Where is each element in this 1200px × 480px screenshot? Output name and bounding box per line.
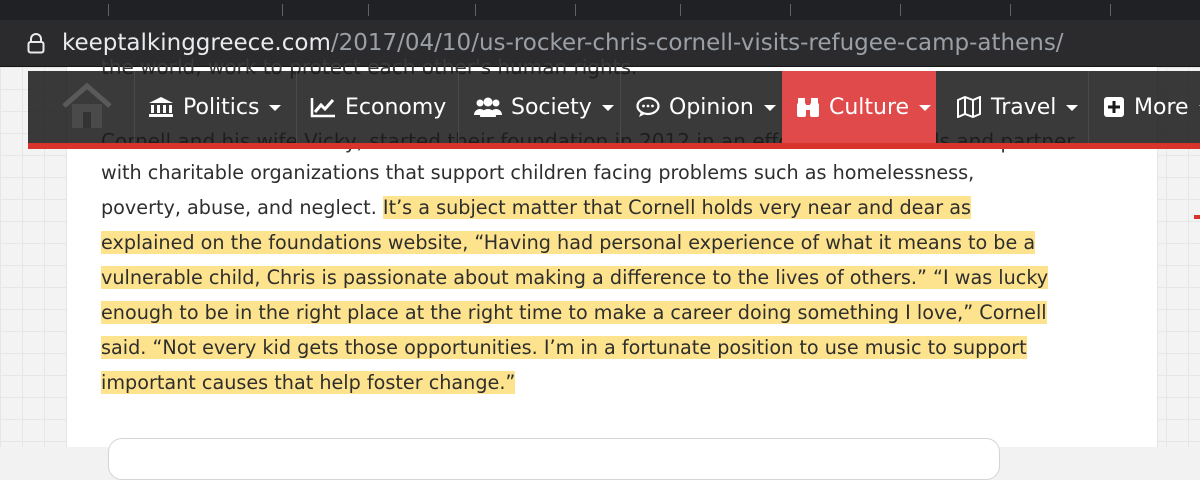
nav-item-economy[interactable]: Economy xyxy=(310,71,446,143)
embedded-content-box xyxy=(108,438,1000,480)
nav-item-label: Culture xyxy=(829,94,910,120)
nav-item-label: Politics xyxy=(183,94,260,120)
tab-separator xyxy=(1110,4,1111,16)
nav-separator xyxy=(620,71,621,143)
highlighted-text: enough to be in the right place at the r… xyxy=(101,301,1047,324)
nav-item-culture[interactable]: Culture xyxy=(782,71,936,143)
tab-separator xyxy=(475,4,476,16)
home-icon[interactable] xyxy=(60,82,114,130)
nav-item-travel[interactable]: Travel xyxy=(956,71,1079,143)
highlighted-text: vulnerable child, Chris is passionate ab… xyxy=(101,266,1049,289)
binoculars-icon xyxy=(796,96,820,118)
chevron-down-icon xyxy=(1066,105,1079,111)
nav-separator xyxy=(296,71,297,143)
paragraph-line: with charitable organizations that suppo… xyxy=(101,155,1111,190)
tab-separator xyxy=(368,4,369,16)
bank-icon xyxy=(148,96,174,118)
url-path: /2017/04/10/us-rocker-chris-cornell-visi… xyxy=(330,30,1064,56)
paragraph-line: important causes that help foster change… xyxy=(101,365,1111,400)
nav-item-label: Economy xyxy=(345,94,447,120)
side-marker xyxy=(1194,215,1200,219)
map-icon xyxy=(956,96,982,118)
nav-item-label: Opinion xyxy=(669,94,754,120)
tab-separator xyxy=(790,4,791,16)
nav-separator xyxy=(134,71,135,143)
nav-item-society[interactable]: Society xyxy=(474,71,614,143)
plain-text: poverty, abuse, and neglect. xyxy=(101,196,383,219)
nav-item-label: Travel xyxy=(991,94,1057,120)
highlighted-text: explained on the foundations website, “H… xyxy=(101,231,1036,254)
plain-text: with charitable organizations that suppo… xyxy=(101,161,975,184)
nav-item-opinion[interactable]: Opinion xyxy=(636,71,776,143)
chevron-down-icon xyxy=(763,105,776,111)
line-chart-icon xyxy=(310,96,336,118)
nav-item-more[interactable]: More xyxy=(1103,71,1200,143)
chevron-down-icon xyxy=(919,105,932,111)
tab-separator xyxy=(1010,4,1011,16)
browser-tab-strip xyxy=(0,0,1200,20)
lock-icon[interactable] xyxy=(26,32,46,54)
nav-item-politics[interactable]: Politics xyxy=(148,71,282,143)
url-text[interactable]: keeptalkinggreece.com/2017/04/10/us-rock… xyxy=(62,29,1064,57)
chevron-down-icon xyxy=(269,105,282,111)
chevron-down-icon xyxy=(601,105,614,111)
paragraph-line: poverty, abuse, and neglect. It’s a subj… xyxy=(101,190,1111,225)
nav-accent-line xyxy=(28,143,1200,149)
article-paragraph: with charitable organizations that suppo… xyxy=(101,155,1111,400)
url-host: keeptalkinggreece.com xyxy=(62,30,331,56)
tab-separator xyxy=(108,4,109,16)
tab-separator xyxy=(900,4,901,16)
paragraph-line: said. “Not every kid gets those opportun… xyxy=(101,330,1111,365)
plus-square-icon xyxy=(1103,96,1125,118)
highlighted-text: said. “Not every kid gets those opportun… xyxy=(101,336,1027,359)
paragraph-line: enough to be in the right place at the r… xyxy=(101,295,1111,330)
tab-separator xyxy=(680,4,681,16)
users-icon xyxy=(474,96,502,118)
nav-item-label: More xyxy=(1134,94,1189,120)
comment-icon xyxy=(636,96,660,118)
tab-separator xyxy=(282,4,283,16)
highlighted-text: important causes that help foster change… xyxy=(101,371,516,394)
paragraph-line: vulnerable child, Chris is passionate ab… xyxy=(101,260,1111,295)
tab-separator xyxy=(575,4,576,16)
nav-item-label: Society xyxy=(511,94,592,120)
nav-separator xyxy=(1088,71,1089,143)
highlighted-text: It’s a subject matter that Cornell holds… xyxy=(382,196,971,219)
nav-separator xyxy=(458,71,459,143)
paragraph-line: explained on the foundations website, “H… xyxy=(101,225,1111,260)
